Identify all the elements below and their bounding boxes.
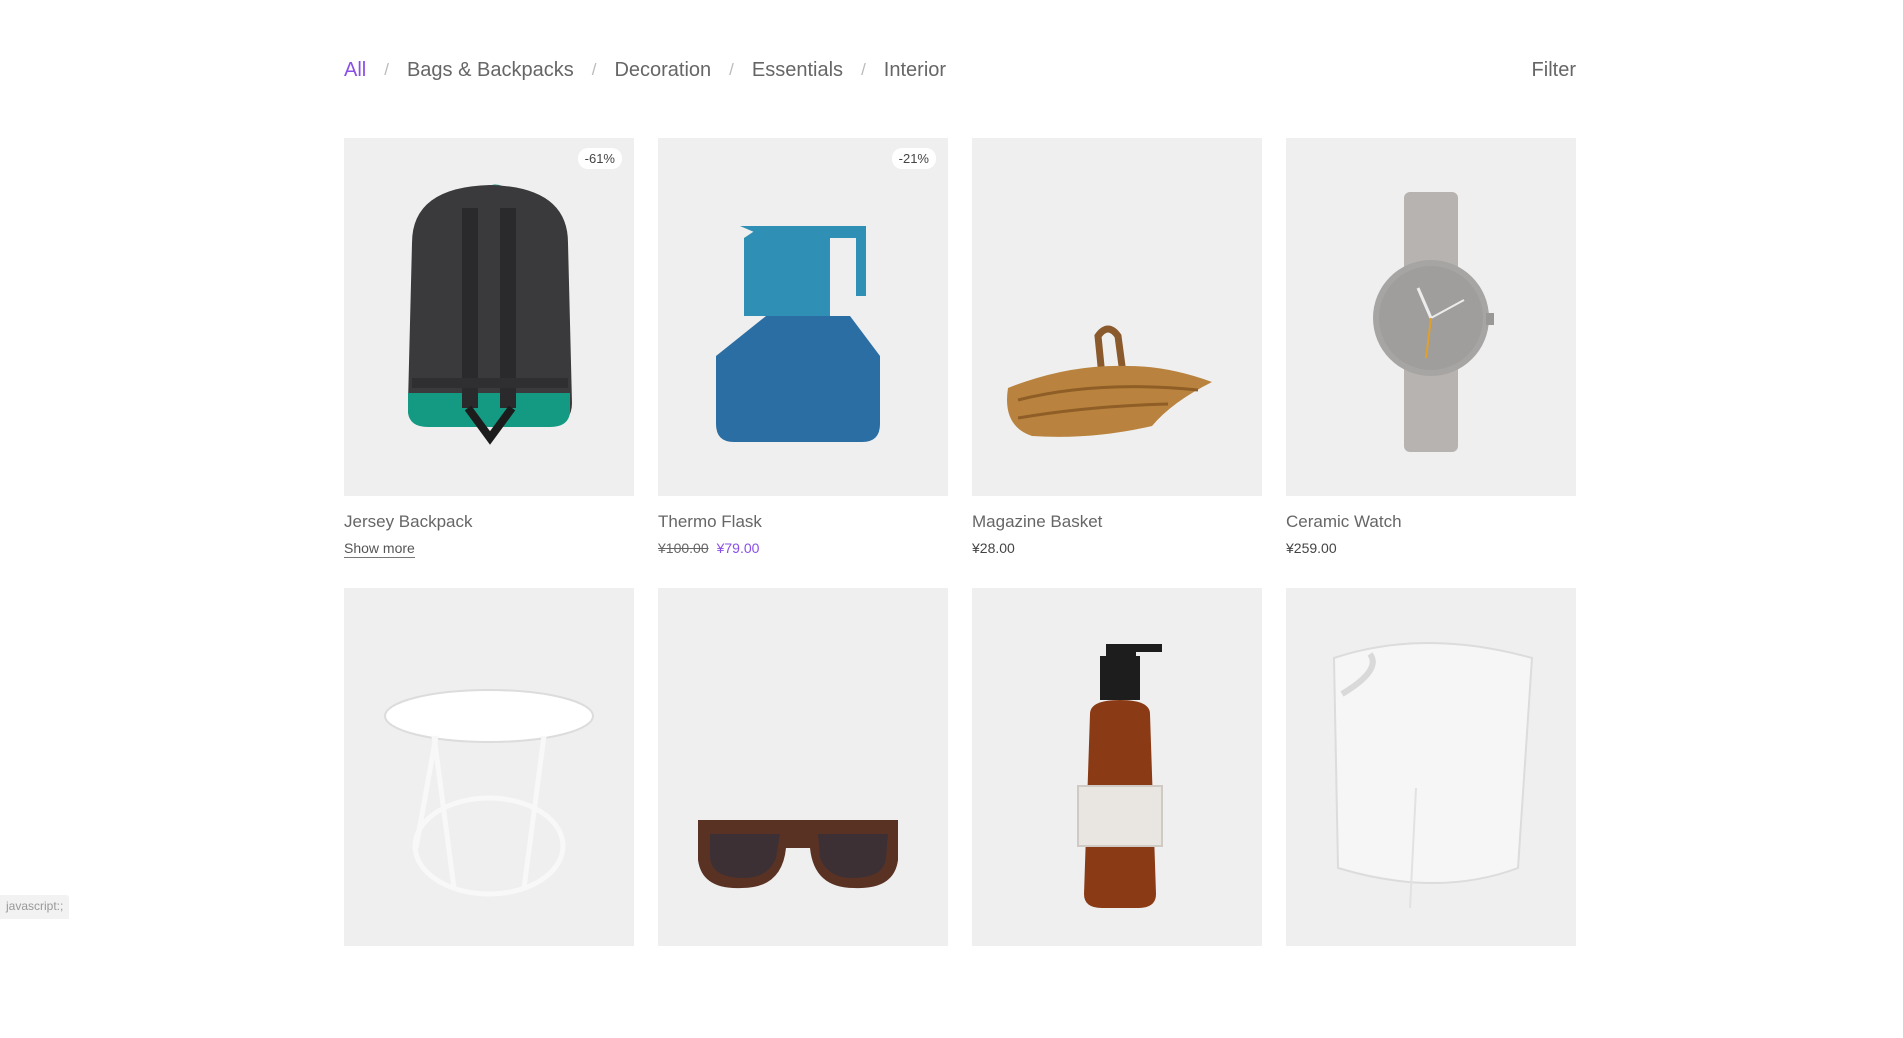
price: ¥28.00 [972, 540, 1015, 556]
basket-icon [972, 138, 1262, 496]
product-image-sunglasses[interactable] [658, 588, 948, 946]
filter-button[interactable]: Filter [1532, 59, 1576, 82]
discount-badge: -21% [892, 148, 936, 169]
browser-status-bar: javascript:; [0, 895, 69, 919]
product-image-basket[interactable] [972, 138, 1262, 496]
product-image-lotion[interactable] [972, 588, 1262, 946]
backpack-icon [344, 138, 634, 496]
category-bags-backpacks[interactable]: Bags & Backpacks [407, 59, 574, 82]
product-card [972, 588, 1262, 1038]
product-image-storage-bag[interactable] [1286, 588, 1576, 946]
sunglasses-icon [658, 588, 948, 946]
product-image-table[interactable] [344, 588, 634, 946]
watch-icon [1286, 138, 1576, 496]
category-all[interactable]: All [344, 59, 366, 82]
separator: / [861, 60, 866, 80]
product-card [658, 588, 948, 1038]
separator: / [592, 60, 597, 80]
product-name[interactable]: Magazine Basket [972, 512, 1262, 532]
discount-badge: -61% [578, 148, 622, 169]
product-image-flask[interactable]: -21% [658, 138, 948, 496]
price-row: ¥28.00 [972, 540, 1262, 556]
category-list: All / Bags & Backpacks / Decoration / Es… [344, 59, 946, 82]
product-image-backpack[interactable]: -61% [344, 138, 634, 496]
price: ¥259.00 [1286, 540, 1337, 556]
product-card [1286, 588, 1576, 1038]
product-name[interactable]: Ceramic Watch [1286, 512, 1576, 532]
lotion-bottle-icon [972, 588, 1262, 946]
category-essentials[interactable]: Essentials [752, 59, 843, 82]
product-card: -21% Thermo Flask ¥100.00 ¥79.00 [658, 138, 948, 588]
category-interior[interactable]: Interior [884, 59, 946, 82]
product-name[interactable]: Thermo Flask [658, 512, 948, 532]
shop-page: All / Bags & Backpacks / Decoration / Es… [344, 0, 1576, 919]
separator: / [729, 60, 734, 80]
separator: / [384, 60, 389, 80]
old-price: ¥100.00 [658, 540, 709, 556]
product-name[interactable]: Jersey Backpack [344, 512, 634, 532]
product-card: -61% Jersey Backpack Show more [344, 138, 634, 588]
show-more-link[interactable]: Show more [344, 540, 415, 558]
product-image-watch[interactable] [1286, 138, 1576, 496]
price-row: ¥100.00 ¥79.00 [658, 540, 948, 556]
product-card: Ceramic Watch ¥259.00 [1286, 138, 1576, 588]
side-table-icon [344, 588, 634, 946]
flask-icon [658, 138, 948, 496]
product-card [344, 588, 634, 1038]
product-grid: -61% Jersey Backpack Show more -21% Ther… [344, 138, 1576, 1038]
product-card: Magazine Basket ¥28.00 [972, 138, 1262, 588]
filter-bar: All / Bags & Backpacks / Decoration / Es… [344, 55, 1576, 85]
category-decoration[interactable]: Decoration [614, 59, 711, 82]
storage-bag-icon [1286, 588, 1576, 946]
price-row: ¥259.00 [1286, 540, 1576, 556]
sale-price: ¥79.00 [717, 540, 760, 556]
